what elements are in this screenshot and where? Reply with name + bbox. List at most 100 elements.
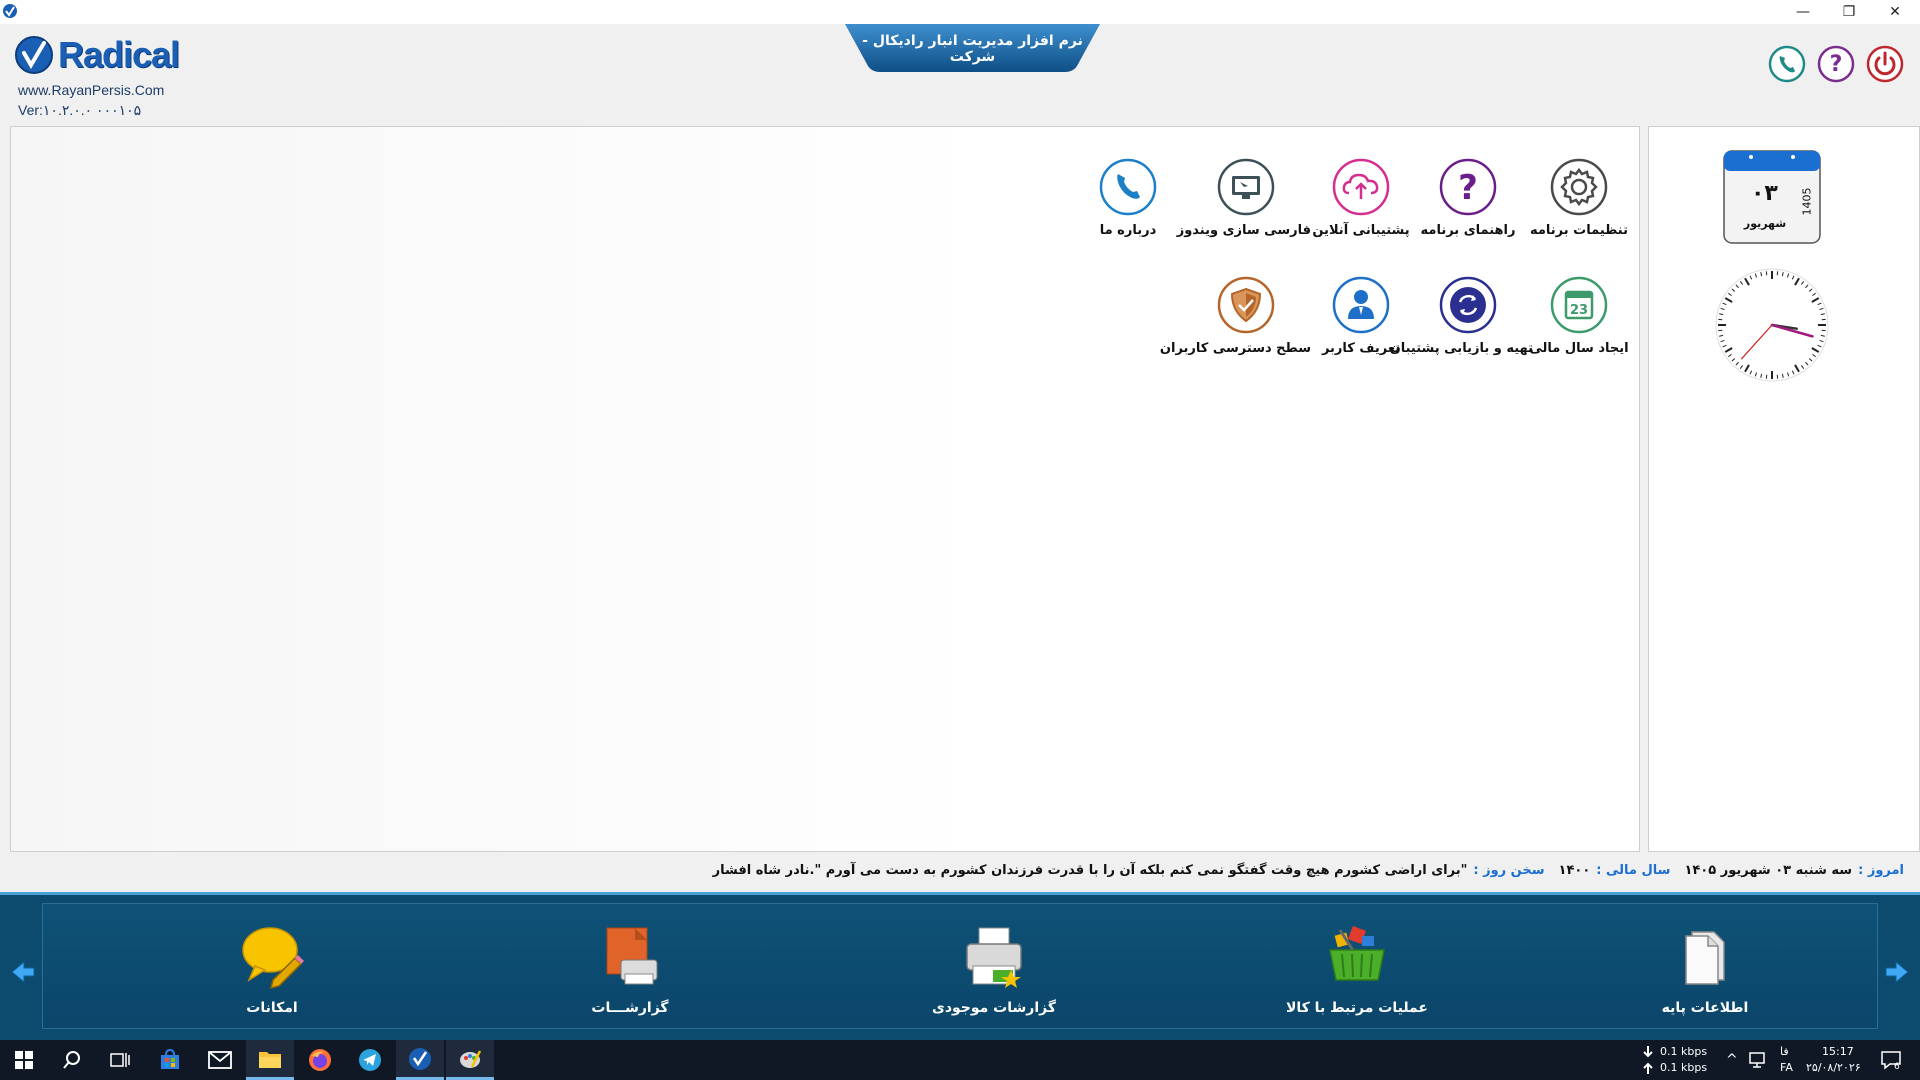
menu-label: اطلاعات پایه <box>1661 1000 1749 1016</box>
today-value: سه شنبه ۰۳ شهریور ۱۴۰۵ <box>1684 862 1853 878</box>
window-titlebar: — ❐ ✕ <box>0 0 1920 24</box>
calendar-widget: ۰۳ شهریور 1405 <box>1721 147 1823 247</box>
svg-text:?: ? <box>1830 52 1843 77</box>
task-view-button[interactable] <box>96 1040 144 1080</box>
today-label: امروز : <box>1858 862 1904 878</box>
logo-text: Radical <box>58 34 180 75</box>
language-indicator-fa[interactable]: فا <box>1780 1045 1789 1058</box>
tile-user-access-level[interactable]: سطح دسترسی کاربران <box>1159 275 1311 356</box>
tile-create-fiscal-year[interactable]: 23 ایجاد سال مالی <box>1514 275 1644 356</box>
arrow-left-icon[interactable] <box>8 957 38 987</box>
menu-inventory-reports[interactable]: گزارشات موجودی <box>894 922 1094 1016</box>
question-icon: ? <box>1439 158 1497 216</box>
tile-windows-farsi[interactable]: فارسی سازی ویندوز <box>1176 157 1311 238</box>
bottom-menu-panel: اطلاعات پایه عملیات مرتبط با کالا گزارشا… <box>42 903 1878 1029</box>
svg-text:?: ? <box>1458 168 1478 208</box>
store-button[interactable] <box>146 1040 194 1080</box>
mail-icon <box>208 1051 232 1069</box>
svg-text:23: 23 <box>1570 303 1588 318</box>
net-download-speed: 0.1 kbps <box>1660 1045 1708 1058</box>
minimize-button[interactable]: — <box>1780 0 1826 24</box>
analog-clock <box>1715 268 1829 382</box>
radical-app-button[interactable] <box>396 1040 444 1080</box>
bottom-menu-bar: اطلاعات پایه عملیات مرتبط با کالا گزارشا… <box>0 892 1920 1040</box>
firefox-icon <box>309 1049 331 1071</box>
mail-button[interactable] <box>196 1040 244 1080</box>
help-icon[interactable]: ? <box>1816 44 1856 84</box>
logo: Radical <box>14 34 180 76</box>
telegram-icon <box>359 1049 381 1071</box>
net-upload-speed: 0.1 kbps <box>1660 1061 1708 1074</box>
task-view-icon <box>110 1053 130 1067</box>
power-icon[interactable] <box>1865 44 1905 84</box>
phone-icon[interactable] <box>1767 44 1807 84</box>
language-indicator-en[interactable]: FA <box>1780 1061 1793 1074</box>
app-icon <box>3 4 17 18</box>
tile-online-support[interactable]: پشتیبانی آنلاین <box>1296 157 1426 238</box>
website-link[interactable]: www.RayanPersis.Com <box>18 82 164 98</box>
restore-button[interactable]: ❐ <box>1826 0 1872 24</box>
menu-features[interactable]: امکانات <box>172 922 372 1016</box>
documents-icon <box>1685 931 1725 985</box>
quote-value: "برای اراضی کشورم هیچ وقت گفتگو نمی کنم … <box>712 862 1468 878</box>
file-explorer-button[interactable] <box>246 1040 294 1080</box>
menu-base-info[interactable]: اطلاعات پایه <box>1605 922 1805 1016</box>
tile-label: پشتیبانی آنلاین <box>1312 223 1410 238</box>
date-time-panel: ۰۳ شهریور 1405 <box>1648 126 1920 852</box>
user-icon <box>1332 276 1390 334</box>
clock-time[interactable]: 15:17 <box>1822 1045 1854 1058</box>
calendar-day: ۰۳ <box>1751 181 1778 206</box>
start-button[interactable] <box>0 1040 48 1080</box>
network-speed-arrows-icon <box>1643 1046 1653 1074</box>
tile-about-us[interactable]: درباره ما <box>1063 157 1193 238</box>
calendar-year: 1405 <box>1800 187 1814 216</box>
app-header: Radical www.RayanPersis.Com Ver:۱۰.۲.۰.۰… <box>0 24 1920 124</box>
tile-program-settings[interactable]: تنظیمات برنامه <box>1514 157 1644 238</box>
basket-icon <box>1329 926 1385 981</box>
calendar-icon: 23 <box>1550 276 1608 334</box>
clock-date[interactable]: ۲۵/۰۸/۲۰۲۶ <box>1806 1061 1861 1074</box>
main-panel: تنظیمات برنامه ? راهنمای برنامه پشتیبانی… <box>10 126 1640 852</box>
menu-label: عملیات مرتبط با کالا <box>1285 1000 1428 1016</box>
tray-chevron-icon[interactable]: ^ <box>1726 1052 1738 1068</box>
tile-label: تنظیمات برنامه <box>1529 223 1628 238</box>
gear-icon <box>1550 158 1608 216</box>
store-icon <box>161 1049 179 1069</box>
menu-product-operations[interactable]: عملیات مرتبط با کالا <box>1257 922 1457 1016</box>
tile-label: تعریف کاربر <box>1321 341 1401 356</box>
telegram-button[interactable] <box>346 1040 394 1080</box>
quote-label: سخن روز : <box>1473 862 1545 878</box>
status-line: امروز : سه شنبه ۰۳ شهریور ۱۴۰۵ سال مالی … <box>0 858 1912 882</box>
monitor-icon <box>1217 158 1275 216</box>
tile-label: فارسی سازی ویندوز <box>1176 223 1311 238</box>
notifications-count: 6 <box>1894 1062 1900 1072</box>
version-label: Ver:۱۰.۲.۰.۰ ۰۰۰۱۰۵ <box>18 102 142 118</box>
chat-pencil-icon <box>242 927 304 990</box>
tile-define-user[interactable]: تعریف کاربر <box>1296 275 1426 356</box>
cloud-upload-icon <box>1332 158 1390 216</box>
reports-icon <box>606 927 658 985</box>
search-button[interactable] <box>48 1040 96 1080</box>
tile-label: ایجاد سال مالی <box>1529 341 1629 356</box>
menu-label: گزارشات موجودی <box>931 1000 1056 1016</box>
tile-label: درباره ما <box>1099 223 1157 238</box>
fiscal-year-value: ۱۴۰۰ <box>1558 862 1591 878</box>
radical-logo-icon <box>15 36 53 74</box>
paint-app-button[interactable] <box>446 1040 494 1080</box>
phone-icon <box>1099 158 1157 216</box>
menu-label: گزارشـــات <box>591 1000 669 1016</box>
fiscal-year-label: سال مالی : <box>1596 862 1671 878</box>
shield-icon <box>1217 276 1275 334</box>
network-icon[interactable] <box>1748 1050 1768 1070</box>
menu-label: امکانات <box>246 1000 298 1016</box>
arrow-right-icon[interactable] <box>1882 957 1912 987</box>
menu-reports[interactable]: گزارشـــات <box>530 922 730 1016</box>
backup-icon <box>1439 276 1497 334</box>
tile-label: سطح دسترسی کاربران <box>1159 341 1311 356</box>
close-button[interactable]: ✕ <box>1872 0 1918 24</box>
paint-icon <box>460 1049 482 1068</box>
calendar-month: شهریور <box>1743 217 1787 230</box>
radical-app-icon <box>409 1047 431 1070</box>
firefox-button[interactable] <box>296 1040 344 1080</box>
folder-icon <box>259 1051 281 1068</box>
